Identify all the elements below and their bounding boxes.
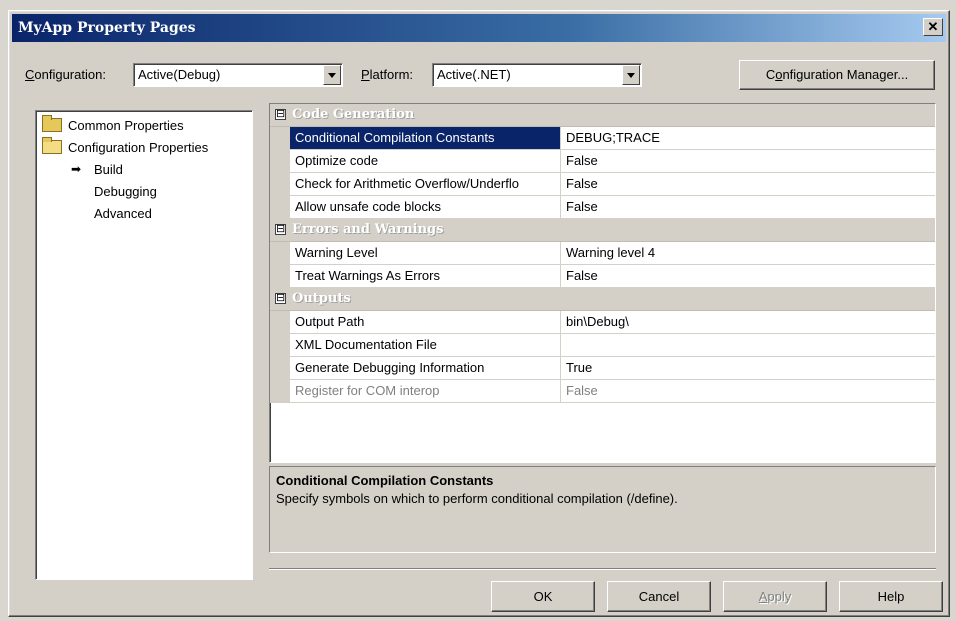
configuration-label: Configuration: <box>25 67 106 82</box>
platform-label: Platform: <box>361 67 414 82</box>
property-row[interactable]: Check for Arithmetic Overflow/Underflo F… <box>270 173 935 196</box>
tree-item-configuration-properties[interactable]: Configuration Properties <box>42 137 208 157</box>
close-button[interactable]: ✕ <box>923 18 943 36</box>
platform-value: Active(.NET) <box>437 67 511 82</box>
tree-item-advanced[interactable]: Advanced <box>94 203 152 223</box>
property-value[interactable]: DEBUG;TRACE <box>566 127 660 149</box>
configuration-manager-button[interactable]: Configuration Manager... <box>739 60 935 90</box>
property-row[interactable]: XML Documentation File <box>270 334 935 357</box>
property-name: Allow unsafe code blocks <box>290 196 561 218</box>
property-row: Register for COM interop False <box>270 380 935 403</box>
property-row[interactable]: Conditional Compilation Constants DEBUG;… <box>270 127 935 150</box>
category-code-generation[interactable]: ⊟ Code Generation <box>270 104 935 127</box>
chevron-down-icon[interactable] <box>622 65 640 85</box>
description-panel: Conditional Compilation Constants Specif… <box>269 466 936 553</box>
category-outputs[interactable]: ⊟ Outputs <box>270 288 935 311</box>
tree-item-debugging[interactable]: Debugging <box>94 181 157 201</box>
cancel-button[interactable]: Cancel <box>607 581 711 612</box>
property-name: Optimize code <box>290 150 561 172</box>
property-name: Treat Warnings As Errors <box>290 265 561 287</box>
property-value[interactable]: Warning level 4 <box>566 242 655 264</box>
folder-closed-icon <box>42 115 62 132</box>
ok-button[interactable]: OK <box>491 581 595 612</box>
property-value: False <box>566 383 598 398</box>
property-name: Warning Level <box>290 242 561 264</box>
property-name: Output Path <box>290 311 561 333</box>
property-name: Check for Arithmetic Overflow/Underflo <box>290 173 561 195</box>
property-value[interactable]: False <box>566 265 598 287</box>
chevron-down-icon[interactable] <box>323 65 341 85</box>
tree-item-common-properties[interactable]: Common Properties <box>42 115 184 135</box>
property-tree: Common Properties Configuration Properti… <box>35 110 253 580</box>
property-name: Generate Debugging Information <box>290 357 561 379</box>
property-row[interactable]: Allow unsafe code blocks False <box>270 196 935 219</box>
property-value[interactable]: False <box>566 173 598 195</box>
property-row[interactable]: Generate Debugging Information True <box>270 357 935 380</box>
configuration-select[interactable]: Active(Debug) <box>133 63 343 87</box>
close-icon: ✕ <box>927 19 939 34</box>
apply-button: Apply <box>723 581 827 612</box>
category-errors-and-warnings[interactable]: ⊟ Errors and Warnings <box>270 219 935 242</box>
window-title: MyApp Property Pages <box>18 20 196 36</box>
help-button[interactable]: Help <box>839 581 943 612</box>
description-text: Specify symbols on which to perform cond… <box>276 491 678 506</box>
configuration-bar: Configuration: Active(Debug) Platform: A… <box>9 59 949 91</box>
folder-open-icon <box>42 137 62 154</box>
arrow-right-icon: ➡ <box>70 162 82 176</box>
property-pages-dialog: MyApp Property Pages ✕ Configuration: Ac… <box>8 10 950 617</box>
collapse-icon[interactable]: ⊟ <box>275 293 286 304</box>
property-value[interactable]: False <box>566 150 598 172</box>
configuration-value: Active(Debug) <box>138 67 221 82</box>
divider <box>269 568 936 570</box>
collapse-icon[interactable]: ⊟ <box>275 224 286 235</box>
description-title: Conditional Compilation Constants <box>276 473 494 488</box>
tree-item-build[interactable]: ➡ Build <box>68 159 123 179</box>
property-value[interactable]: bin\Debug\ <box>566 311 629 333</box>
property-row[interactable]: Output Path bin\Debug\ <box>270 311 935 334</box>
property-row[interactable]: Treat Warnings As Errors False <box>270 265 935 288</box>
property-row[interactable]: Optimize code False <box>270 150 935 173</box>
property-name: Conditional Compilation Constants <box>290 127 561 149</box>
title-bar[interactable]: MyApp Property Pages ✕ <box>12 14 946 42</box>
platform-select[interactable]: Active(.NET) <box>432 63 642 87</box>
property-grid: ⊟ Code Generation Conditional Compilatio… <box>269 103 936 463</box>
property-value[interactable]: True <box>566 357 592 379</box>
property-name: XML Documentation File <box>290 334 561 356</box>
collapse-icon[interactable]: ⊟ <box>275 109 286 120</box>
property-name: Register for COM interop <box>290 380 561 402</box>
property-row[interactable]: Warning Level Warning level 4 <box>270 242 935 265</box>
property-value[interactable]: False <box>566 196 598 218</box>
